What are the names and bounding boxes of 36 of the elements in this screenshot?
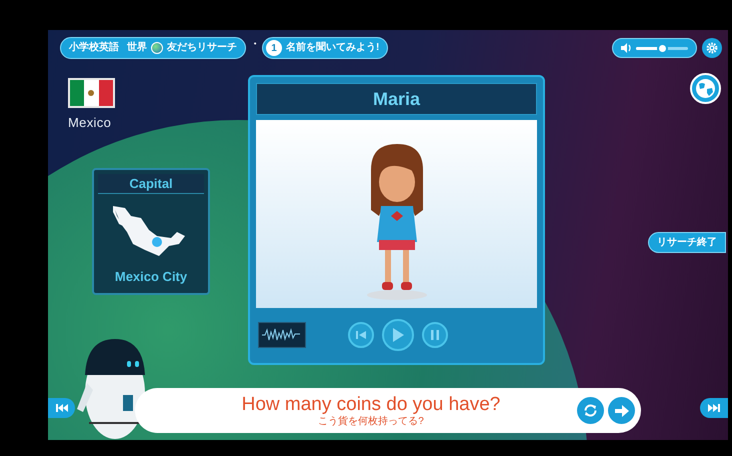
pause-icon bbox=[431, 330, 439, 340]
audio-waveform bbox=[258, 322, 306, 348]
previous-button[interactable] bbox=[348, 322, 374, 348]
previous-icon bbox=[356, 330, 366, 340]
globe-icon bbox=[695, 78, 716, 99]
arrow-right-icon bbox=[614, 404, 628, 416]
skip-forward-button[interactable] bbox=[700, 398, 728, 418]
profile-name: Maria bbox=[256, 83, 537, 115]
skip-back-icon bbox=[56, 404, 68, 412]
rewind-button[interactable] bbox=[48, 398, 75, 418]
settings-icon bbox=[706, 42, 718, 54]
next-button[interactable] bbox=[608, 397, 635, 424]
skip-forward-icon bbox=[708, 404, 720, 412]
capital-heading: Capital bbox=[98, 174, 204, 194]
course-label: 小学校英語 bbox=[69, 43, 119, 53]
title-text: 世界 bbox=[127, 43, 147, 53]
title-text: 友だちリサーチ bbox=[167, 43, 237, 53]
play-button[interactable] bbox=[382, 319, 414, 351]
speaker-icon bbox=[621, 43, 632, 53]
separator-dot: ・ bbox=[250, 40, 260, 50]
globe-button[interactable] bbox=[690, 73, 721, 104]
capital-city: Mexico City bbox=[114, 268, 188, 286]
mexico-flag-icon bbox=[68, 78, 115, 108]
play-icon bbox=[392, 328, 404, 342]
globe-icon bbox=[151, 42, 163, 54]
volume-thumb[interactable] bbox=[657, 42, 668, 54]
speech-text: How many coins do you have? bbox=[242, 394, 500, 416]
pause-button[interactable] bbox=[422, 322, 448, 348]
replay-button[interactable] bbox=[577, 397, 604, 424]
step-title: 名前を聞いてみよう! bbox=[286, 43, 380, 53]
step-number: 1 bbox=[266, 40, 282, 56]
refresh-icon bbox=[583, 403, 598, 418]
country-name: Mexico bbox=[68, 114, 112, 132]
speech-translation: こう貨を何枚持ってる? bbox=[318, 416, 424, 428]
settings-button[interactable] bbox=[702, 38, 722, 58]
research-end-button[interactable]: リサーチ終了 bbox=[648, 232, 726, 253]
